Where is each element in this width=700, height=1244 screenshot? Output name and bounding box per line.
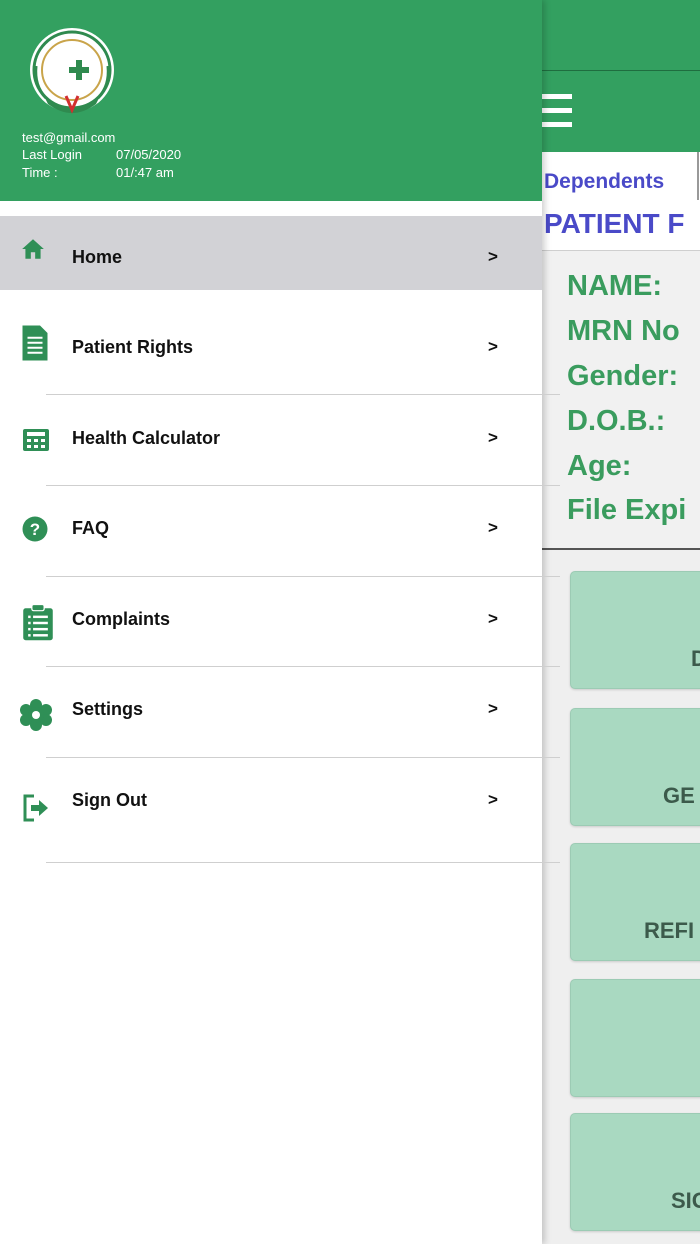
menu-divider (46, 666, 560, 667)
menu-label-health-calculator: Health Calculator (72, 428, 221, 448)
tile-2[interactable]: GE (570, 708, 700, 826)
menu-item-sign-out[interactable]: Sign Out > (0, 760, 542, 834)
menu-item-settings[interactable]: Settings > (0, 670, 542, 744)
menu-divider (46, 576, 560, 577)
hospital-emblem-logo (30, 28, 114, 114)
info-file-expiry-label: File Expi (567, 494, 687, 526)
drawer-header: test@gmail.com Last Login 07/05/2020 Tim… (0, 0, 542, 201)
tile-label: SIG (671, 1188, 700, 1213)
chevron-right-icon: > (488, 247, 498, 266)
gear-flower-icon (20, 699, 52, 731)
menu-item-complaints[interactable]: Complaints > (0, 580, 542, 654)
menu-divider (46, 862, 560, 863)
user-email: test@gmail.com (22, 130, 116, 145)
menu-label-sign-out: Sign Out (72, 790, 147, 810)
clipboard-list-icon (23, 604, 53, 641)
chevron-right-icon: > (488, 609, 498, 628)
info-age-label: Age: (567, 450, 632, 482)
menu-label-patient-rights: Patient Rights (72, 337, 194, 357)
main-header (540, 0, 700, 152)
info-gender-label: Gender: (567, 360, 679, 392)
menu-divider (46, 485, 560, 486)
time-value: 01/:47 am (116, 165, 174, 180)
section-title: PATIENT F (544, 208, 685, 239)
menu-label-complaints: Complaints (72, 609, 171, 629)
menu-divider (46, 757, 560, 758)
tile-3[interactable]: REFI (570, 843, 700, 961)
menu-item-faq[interactable]: ? FAQ > (0, 490, 542, 564)
chevron-right-icon: > (488, 428, 498, 447)
question-icon: ? (22, 516, 48, 542)
menu-item-home[interactable]: Home > (0, 216, 542, 290)
menu-item-patient-rights[interactable]: Patient Rights > (0, 310, 542, 384)
tile-label: REFI (644, 918, 695, 943)
time-label: Time : (22, 165, 58, 180)
tile-label: GE (663, 783, 695, 808)
tile-5[interactable]: SIG (570, 1113, 700, 1231)
menu-divider (46, 394, 560, 395)
sign-out-icon (23, 794, 48, 822)
tab-separator (697, 152, 699, 200)
info-name-label: NAME: (567, 270, 663, 302)
chevron-right-icon: > (488, 518, 498, 537)
tile-1[interactable]: D (570, 571, 700, 689)
chevron-right-icon: > (488, 699, 498, 718)
menu-item-health-calculator[interactable]: Health Calculator > (0, 400, 542, 474)
main-screen: Dependents PATIENT F NAME: MRN No Gender… (540, 0, 700, 1244)
menu-label-home: Home (72, 247, 123, 267)
tile-label: D (691, 646, 700, 671)
header-divider (540, 70, 700, 71)
chevron-right-icon: > (488, 337, 498, 356)
svg-text:?: ? (30, 520, 40, 539)
last-login-value: 07/05/2020 (116, 147, 182, 162)
info-dob-label: D.O.B.: (567, 405, 666, 437)
hamburger-menu-icon[interactable] (540, 94, 572, 128)
menu-label-settings: Settings (72, 699, 144, 719)
last-login-label: Last Login (22, 147, 82, 162)
document-icon (22, 325, 48, 361)
menu-label-faq: FAQ (72, 518, 110, 538)
tab-dependents[interactable]: Dependents (544, 170, 664, 194)
calculator-icon (23, 429, 49, 451)
tile-4[interactable] (570, 979, 700, 1097)
chevron-right-icon: > (488, 790, 498, 809)
navigation-drawer: test@gmail.com Last Login 07/05/2020 Tim… (0, 0, 560, 1244)
info-mrn-label: MRN No (567, 315, 680, 347)
home-icon (22, 239, 44, 259)
